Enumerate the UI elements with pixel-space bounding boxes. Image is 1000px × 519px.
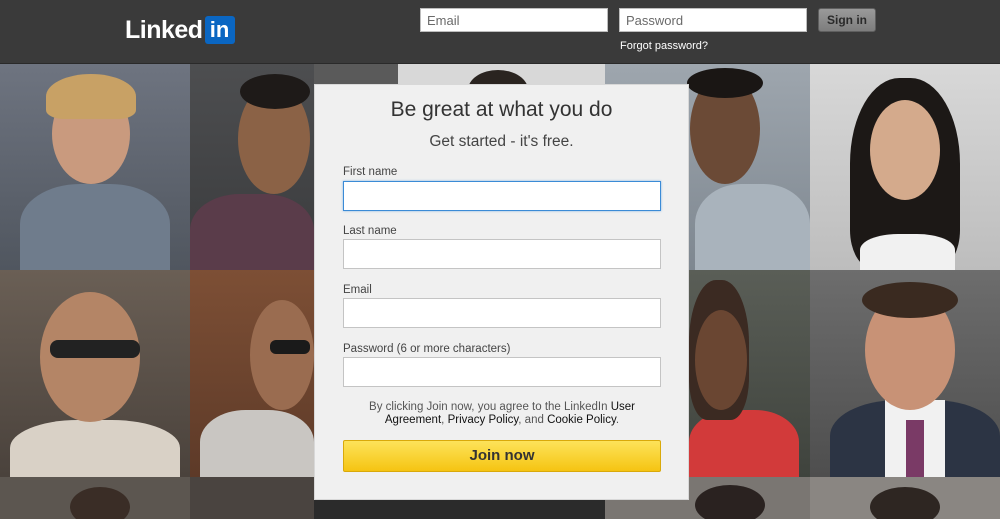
first-name-input[interactable] xyxy=(343,181,661,211)
email-input[interactable] xyxy=(343,298,661,328)
photo-tile xyxy=(190,477,314,519)
cookie-policy-link[interactable]: Cookie Policy xyxy=(547,414,616,426)
top-bar: Linked in Sign in Forgot password? xyxy=(0,0,1000,64)
terms-separator: , xyxy=(441,414,445,426)
last-name-label: Last name xyxy=(343,225,397,237)
photo-tile xyxy=(0,64,190,270)
photo-tile xyxy=(398,64,605,84)
terms-text: By clicking Join now, you agree to the L… xyxy=(343,401,661,427)
terms-end: . xyxy=(615,414,620,426)
photo-tile xyxy=(810,64,1000,270)
privacy-policy-link[interactable]: Privacy Policy xyxy=(448,414,519,426)
photo-tile xyxy=(810,270,1000,477)
signin-email-input[interactable] xyxy=(420,8,608,32)
signup-subtitle: Get started - it's free. xyxy=(429,133,574,150)
photo-tile xyxy=(314,64,398,84)
photo-tile xyxy=(810,477,1000,519)
photo-tile xyxy=(0,477,190,519)
photo-tile xyxy=(190,270,314,477)
logo-text: Linked xyxy=(125,16,203,44)
signin-button[interactable]: Sign in xyxy=(818,8,876,32)
terms-prefix: By clicking Join now, you agree to the L… xyxy=(369,401,608,413)
join-now-button[interactable]: Join now xyxy=(343,440,661,472)
terms-separator: , and xyxy=(518,414,544,426)
signin-password-input[interactable] xyxy=(619,8,807,32)
first-name-label: First name xyxy=(343,166,398,178)
last-name-input[interactable] xyxy=(343,239,661,269)
photo-tile xyxy=(689,270,810,477)
password-label: Password (6 or more characters) xyxy=(343,343,511,355)
photo-tile xyxy=(0,270,190,477)
forgot-password-link[interactable]: Forgot password? xyxy=(620,40,708,52)
email-label: Email xyxy=(343,284,372,296)
logo-in-box: in xyxy=(204,16,235,44)
linkedin-logo[interactable]: Linked in xyxy=(125,15,235,45)
signup-title: Be great at what you do xyxy=(390,98,613,121)
signup-card: Be great at what you do Get started - it… xyxy=(314,84,689,500)
password-input[interactable] xyxy=(343,357,661,387)
photo-tile xyxy=(190,64,314,270)
